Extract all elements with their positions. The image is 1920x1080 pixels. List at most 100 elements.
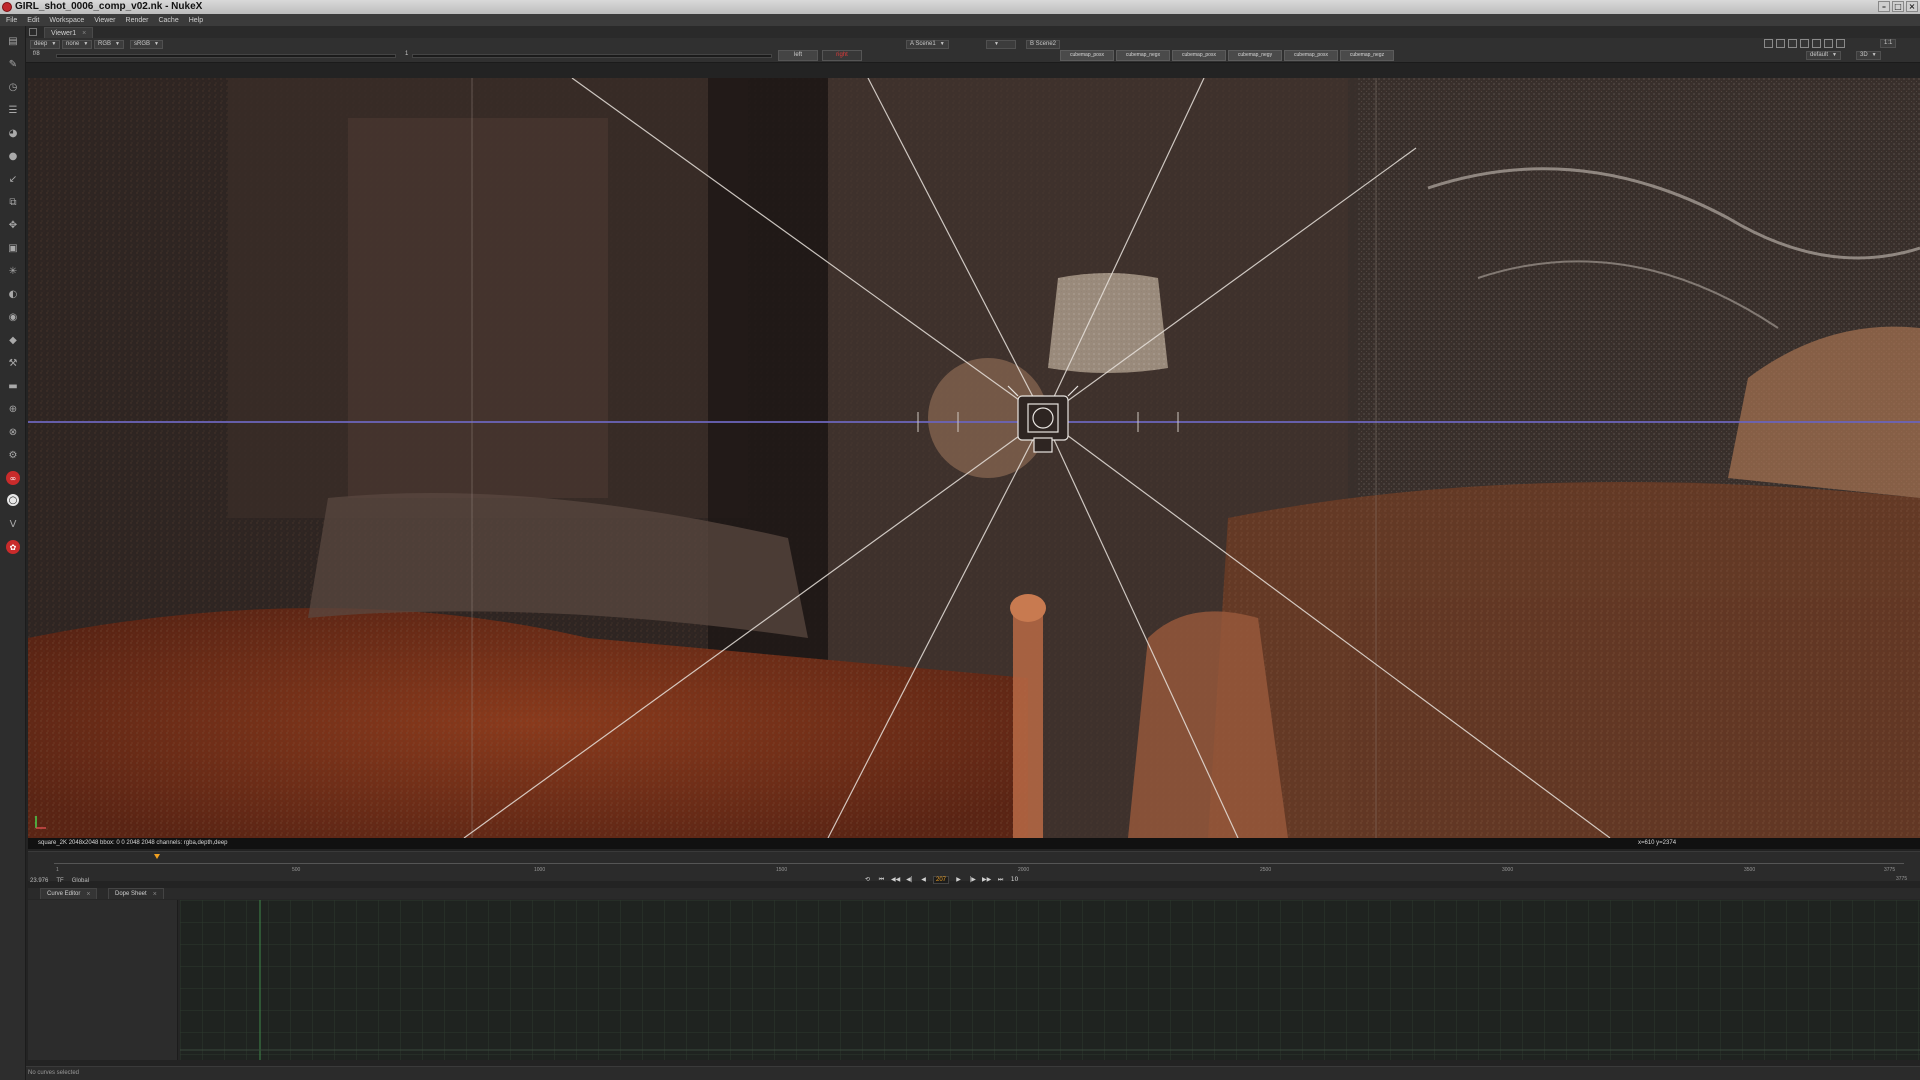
menu-edit[interactable]: Edit [27, 17, 39, 24]
deep-nodes-icon[interactable]: ◐ [6, 287, 20, 301]
tab-viewer1[interactable]: Viewer1 × [44, 27, 94, 38]
curve-tree[interactable] [28, 900, 178, 1060]
merge-nodes-icon[interactable]: ⧉ [6, 195, 20, 209]
tab-label: Curve Editor [47, 891, 81, 897]
transform-nodes-icon[interactable]: ✥ [6, 218, 20, 232]
wipe-icon[interactable] [1800, 39, 1809, 48]
overlay-icon[interactable] [1788, 39, 1797, 48]
curve-graph[interactable] [180, 900, 1920, 1060]
view-right-button[interactable]: right [822, 50, 862, 61]
keyer-nodes-icon[interactable]: ↙ [6, 172, 20, 186]
b-input-dropdown[interactable]: B Scene2 [1026, 40, 1061, 49]
draw-nodes-icon[interactable]: ✎ [6, 57, 20, 71]
menu-bar: File Edit Workspace Viewer Render Cache … [0, 14, 1920, 26]
minimize-button[interactable]: – [1878, 1, 1890, 12]
view-cubemap-negy-button[interactable]: cubemap_negy [1228, 50, 1282, 61]
clipping-icon[interactable] [1812, 39, 1821, 48]
3d-nodes-icon[interactable]: ▣ [6, 241, 20, 255]
viewer-controls: deep ▼ none ▼ RGB ▼ sRGB ▼ A Scene1 ▼ ▼ B Sce… [26, 38, 1920, 63]
last-frame-icon[interactable]: ⏭ [996, 876, 1005, 884]
node-toolbar: ▤ ✎ ◷ ☰ ◕ ● ↙ ⧉ ✥ ▣ ✳ ◐ ◉ ◆ ⚒ ▬ ⊕ ⊗ ⚙ ∞ … [0, 26, 26, 1080]
timeline-ruler[interactable] [54, 856, 1904, 864]
lut-dropdown[interactable]: sRGB ▼ [130, 40, 163, 49]
other-nodes-icon[interactable]: ▬ [6, 379, 20, 393]
nuke-logo-icon [2, 2, 12, 12]
a-input-dropdown[interactable]: A Scene1 ▼ [906, 40, 949, 49]
filter-nodes-icon[interactable]: ● [6, 149, 20, 163]
view-cubemap-posx-button[interactable]: cubemap_posx [1060, 50, 1114, 61]
playhead-icon[interactable] [154, 854, 160, 859]
ocula-nodes-icon[interactable]: ⊗ [6, 425, 20, 439]
tick-label: 3000 [1502, 867, 1514, 873]
cara-vr-icon[interactable]: ⚙ [6, 448, 20, 462]
play-back-icon[interactable]: ◀ [919, 876, 928, 884]
3d-mode-dropdown[interactable]: 3D ▼ [1856, 51, 1881, 60]
menu-workspace[interactable]: Workspace [49, 17, 84, 24]
camera-dropdown[interactable]: default ▼ [1806, 51, 1841, 60]
viewer-viewport[interactable] [28, 78, 1920, 838]
end-frame-field[interactable]: 3775 [1896, 876, 1907, 882]
loop-icon[interactable]: ⟲ [863, 876, 872, 884]
close-icon[interactable]: × [82, 30, 86, 37]
vr-headset-icon[interactable]: ∞ [6, 471, 20, 485]
furnace-nodes-icon[interactable]: ⊕ [6, 402, 20, 416]
view-cubemap-posz-button[interactable]: cubemap_posx [1284, 50, 1338, 61]
curve-grid [180, 900, 1920, 1060]
editor-tab-bar: Curve Editor × Dope Sheet × [28, 888, 1920, 899]
close-icon[interactable]: × [153, 891, 157, 898]
view-cubemap-posy-button[interactable]: cubemap_posx [1172, 50, 1226, 61]
close-button[interactable]: × [1906, 1, 1918, 12]
zoom-dropdown[interactable]: 1:1 [1880, 39, 1897, 48]
pause-icon[interactable] [1836, 39, 1845, 48]
menu-viewer[interactable]: Viewer [94, 17, 115, 24]
menu-render[interactable]: Render [126, 17, 149, 24]
red-plugin-icon[interactable]: ✿ [6, 540, 20, 554]
tab-curve-editor[interactable]: Curve Editor × [40, 888, 98, 899]
view-left-button[interactable]: left [778, 50, 818, 61]
pane-menu-icon[interactable] [29, 28, 37, 36]
view-cubemap-negx-button[interactable]: cubemap_negx [1116, 50, 1170, 61]
layer-dropdown[interactable]: none ▼ [62, 40, 93, 49]
sphere-plugin-icon[interactable]: ○ [7, 494, 19, 506]
tick-label: 2500 [1260, 867, 1272, 873]
proxy-icon[interactable] [1824, 39, 1833, 48]
tab-dope-sheet[interactable]: Dope Sheet × [108, 888, 164, 899]
play-forward-icon[interactable]: ▶ [954, 876, 963, 884]
compare-mode-dropdown[interactable]: ▼ [986, 40, 1016, 49]
menu-help[interactable]: Help [189, 17, 203, 24]
particles-nodes-icon[interactable]: ✳ [6, 264, 20, 278]
step-back-icon[interactable]: ◀| [905, 876, 914, 884]
metadata-nodes-icon[interactable]: ◆ [6, 333, 20, 347]
image-nodes-icon[interactable]: ▤ [6, 34, 20, 48]
gamma-slider[interactable] [412, 54, 772, 58]
next-key-icon[interactable]: ▶▶ [982, 876, 991, 884]
time-nodes-icon[interactable]: ◷ [6, 80, 20, 94]
first-frame-icon[interactable]: ⏮ [877, 876, 886, 884]
close-icon[interactable]: × [86, 891, 90, 898]
current-frame-field[interactable]: 207 [933, 876, 950, 884]
fps-field[interactable]: 23.976 [30, 878, 48, 884]
display-dropdown[interactable]: RGB ▼ [94, 40, 124, 49]
maximize-button[interactable]: □ [1892, 1, 1904, 12]
views-nodes-icon[interactable]: ◉ [6, 310, 20, 324]
roi-icon[interactable] [1764, 39, 1773, 48]
viewer-tab-bar: Viewer1 × [26, 26, 1920, 38]
menu-file[interactable]: File [6, 17, 17, 24]
step-forward-icon[interactable]: |▶ [968, 876, 977, 884]
timecode-mode[interactable]: TF [56, 878, 63, 884]
view-cubemap-negz-button[interactable]: cubemap_negz [1340, 50, 1394, 61]
vc-plugin-icon[interactable]: V [6, 517, 20, 531]
channel-set-dropdown[interactable]: deep ▼ [30, 40, 61, 49]
tick-label: 3500 [1744, 867, 1756, 873]
channel-nodes-icon[interactable]: ☰ [6, 103, 20, 117]
menu-cache[interactable]: Cache [158, 17, 178, 24]
prev-key-icon[interactable]: ◀◀ [891, 876, 900, 884]
range-scope-dropdown[interactable]: Global [72, 878, 89, 884]
viewer-info-bar: square_2K 2048x2048 bbox: 0 0 2048 2048 … [28, 838, 1920, 849]
gain-slider[interactable] [56, 54, 396, 58]
title-bar: GIRL_shot_0006_comp_v02.nk - NukeX – □ × [0, 0, 1920, 14]
step-size-field[interactable]: 10 [1010, 876, 1019, 884]
safe-area-icon[interactable] [1776, 39, 1785, 48]
toolsets-icon[interactable]: ⚒ [6, 356, 20, 370]
color-nodes-icon[interactable]: ◕ [6, 126, 20, 140]
